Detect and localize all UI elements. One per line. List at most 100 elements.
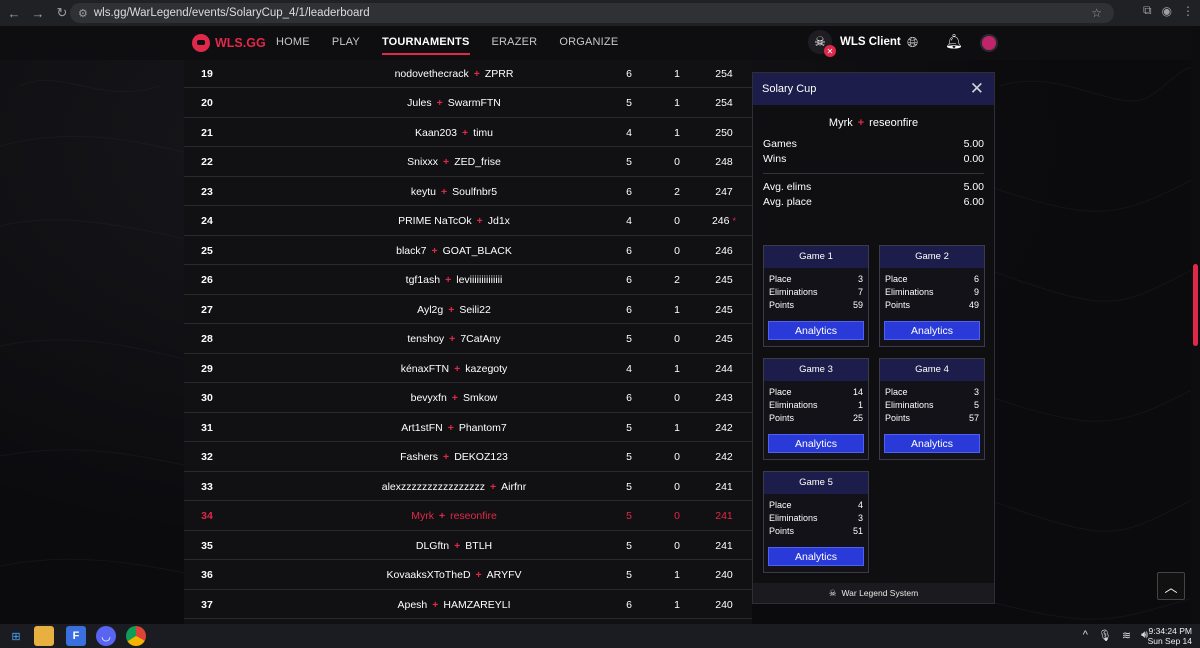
plus-icon: + — [431, 244, 438, 257]
leaderboard-row[interactable]: 29 kénaxFTN + kazegoty 4 1 244 — [184, 355, 752, 383]
leaderboard-row[interactable]: 27 Ayl2g + Seili22 6 1 245 — [184, 296, 752, 324]
team-cell[interactable]: nodovethecrack + ZPRR — [274, 68, 634, 80]
points-value: 241 — [715, 539, 733, 552]
leaderboard-row[interactable]: 36 KovaaksXToTheD + ARYFV 5 1 240 — [184, 562, 752, 590]
wls-client-button[interactable]: ☠ ✕ WLS Client — [808, 30, 901, 57]
menu-icon[interactable]: ⋮ — [1182, 4, 1194, 18]
team-cell[interactable]: Snixxx + ZED_frise — [274, 156, 634, 168]
leaderboard-row[interactable]: 23 keytu + Soulfnbr5 6 2 247 — [184, 178, 752, 206]
wins-cell: 1 — [674, 97, 680, 109]
team-cell[interactable]: Art1stFN + Phantom7 — [274, 422, 634, 434]
points-cell: 242 — [704, 422, 744, 434]
nav-play[interactable]: PLAY — [332, 36, 360, 55]
team-cell[interactable]: DLGftn + BTLH — [274, 540, 634, 552]
globe-icon[interactable]: 🌐︎ — [907, 34, 918, 51]
close-icon[interactable]: ✕ — [970, 79, 984, 99]
points-value: 248 — [715, 156, 733, 168]
chevron-up-icon[interactable]: ^ — [1083, 629, 1088, 642]
points-cell: 250 — [704, 127, 744, 139]
wins-cell: 2 — [674, 185, 680, 198]
app-f-icon[interactable]: F — [66, 626, 86, 646]
team-cell[interactable]: Jules + SwarmFTN — [274, 97, 634, 109]
team-cell[interactable]: KovaaksXToTheD + ARYFV — [274, 569, 634, 581]
rank-cell: 28 — [201, 333, 213, 345]
rank-cell: 27 — [201, 303, 213, 316]
leaderboard-row[interactable]: 25 black7 + GOAT_BLACK 6 0 246 — [184, 237, 752, 265]
team-cell[interactable]: Ayl2g + Seili22 — [274, 304, 634, 316]
plus-icon: + — [436, 97, 443, 109]
wins-cell: 0 — [674, 480, 680, 493]
leaderboard-row[interactable]: 35 DLGftn + BTLH 5 0 241 — [184, 532, 752, 560]
plus-icon: + — [476, 215, 483, 227]
team-cell[interactable]: Fashers + DEKOZ123 — [274, 451, 634, 463]
file-explorer-icon[interactable] — [34, 626, 54, 646]
team-cell[interactable]: Apesh + HAMZAREYLI — [274, 599, 634, 611]
team-cell[interactable]: keytu + Soulfnbr5 — [274, 186, 634, 198]
leaderboard-row[interactable]: 31 Art1stFN + Phantom7 5 1 242 — [184, 414, 752, 442]
bell-icon[interactable]: 🔔︎ — [945, 33, 963, 50]
team-cell[interactable]: tenshoy +7CatAny — [274, 333, 634, 345]
team-cell[interactable]: black7 + GOAT_BLACK — [274, 245, 634, 257]
scroll-to-top-button[interactable]: ︿ — [1157, 572, 1185, 600]
reload-icon[interactable]: ↻ — [52, 3, 72, 23]
leaderboard-row[interactable]: 32 Fashers + DEKOZ123 5 0 242 — [184, 444, 752, 472]
leaderboard-row[interactable]: 34 Myrk + reseonfire 5 0 241 — [184, 503, 752, 531]
forward-icon[interactable]: → — [28, 3, 48, 23]
leaderboard-row[interactable]: 24 PRIME NaTcOk + Jd1x 4 0 246 * — [184, 208, 752, 236]
analytics-button[interactable]: Analytics — [768, 547, 864, 566]
extensions-icon[interactable]: ⧉ — [1143, 3, 1152, 18]
skull-icon: ☠ — [828, 587, 837, 598]
site-viewport: WLS.GG HOME PLAY TOURNAMENTS ERAZER ORGA… — [0, 26, 1200, 624]
team-cell[interactable]: Kaan203 + timu — [274, 127, 634, 139]
analytics-button[interactable]: Analytics — [768, 321, 864, 340]
team-cell[interactable]: PRIME NaTcOk + Jd1x — [274, 215, 634, 227]
team-cell[interactable]: bevyxfn + Smkow — [274, 392, 634, 404]
leaderboard-row[interactable]: 21 Kaan203 + timu 4 1 250 — [184, 119, 752, 147]
scrollbar-thumb[interactable] — [1193, 264, 1198, 346]
player-1-name: Snixxx — [407, 156, 439, 168]
stat-label: Avg. elims — [763, 181, 812, 193]
microphone-icon[interactable]: 🎙︎ — [1098, 629, 1112, 642]
rank-cell: 26 — [201, 274, 213, 286]
leaderboard-row[interactable]: 30 bevyxfn + Smkow 6 0 243 — [184, 385, 752, 413]
profile-icon[interactable]: ◉ — [1162, 4, 1172, 18]
team-cell[interactable]: Myrk + reseonfire — [274, 510, 634, 522]
discord-icon[interactable]: ◡ — [96, 626, 116, 646]
leaderboard-row[interactable]: 37 Apesh + HAMZAREYLI 6 1 240 — [184, 591, 752, 619]
elims-label: Eliminations — [885, 400, 934, 410]
points-value: 254 — [715, 67, 733, 80]
leaderboard-row[interactable]: 19 nodovethecrack + ZPRR 6 1 254 — [184, 60, 752, 88]
nav-tournaments[interactable]: TOURNAMENTS — [381, 36, 470, 55]
leaderboard-row[interactable]: 26 tgf1ash + leviiiiiiiiiiiiii 6 2 245 — [184, 267, 752, 295]
nav-organize[interactable]: ORGANIZE — [559, 36, 618, 55]
rank-cell: 23 — [201, 185, 213, 198]
bookmark-star-icon[interactable]: ☆ — [1091, 6, 1102, 20]
team-cell[interactable]: alexzzzzzzzzzzzzzzzz + Airfnr — [274, 481, 634, 493]
chrome-icon[interactable] — [126, 626, 146, 646]
analytics-button[interactable]: Analytics — [768, 434, 864, 453]
site-logo[interactable]: WLS.GG — [192, 34, 266, 52]
rank-cell: 22 — [201, 156, 213, 168]
leaderboard-row[interactable]: 33 alexzzzzzzzzzzzzzzzz + Airfnr 5 0 241 — [184, 473, 752, 501]
page-scrollbar[interactable] — [1191, 26, 1200, 624]
analytics-button[interactable]: Analytics — [884, 321, 980, 340]
nav-home[interactable]: HOME — [276, 36, 310, 55]
site-info-icon[interactable]: ⚙ — [78, 7, 88, 20]
user-avatar[interactable] — [980, 34, 998, 52]
wifi-icon[interactable]: ≋ — [1122, 629, 1131, 642]
leaderboard-row[interactable]: 20 Jules + SwarmFTN 5 1 254 — [184, 90, 752, 118]
team-cell[interactable]: tgf1ash + leviiiiiiiiiiiiii — [274, 274, 634, 286]
back-icon[interactable]: ← — [4, 3, 24, 23]
leaderboard-row[interactable]: 28 tenshoy +7CatAny 5 0 245 — [184, 326, 752, 354]
address-bar[interactable]: ⚙ wls.gg/WarLegend/events/SolaryCup_4/1/… — [70, 3, 1114, 23]
windows-start-icon[interactable]: ⊞ — [6, 626, 26, 646]
leaderboard-row[interactable]: 22 Snixxx + ZED_frise 5 0 248 — [184, 149, 752, 177]
analytics-button[interactable]: Analytics — [884, 434, 980, 453]
points-cell: 240 — [704, 569, 744, 581]
client-avatar: ☠ ✕ — [808, 30, 836, 57]
team-cell[interactable]: kénaxFTN + kazegoty — [274, 363, 634, 375]
nav-erazer[interactable]: ERAZER — [492, 36, 538, 55]
taskbar-clock[interactable]: 9:34:24 PM Sun Sep 14 — [1148, 626, 1192, 646]
points-value: 242 — [715, 421, 733, 434]
player-2-name: Phantom7 — [458, 421, 507, 434]
